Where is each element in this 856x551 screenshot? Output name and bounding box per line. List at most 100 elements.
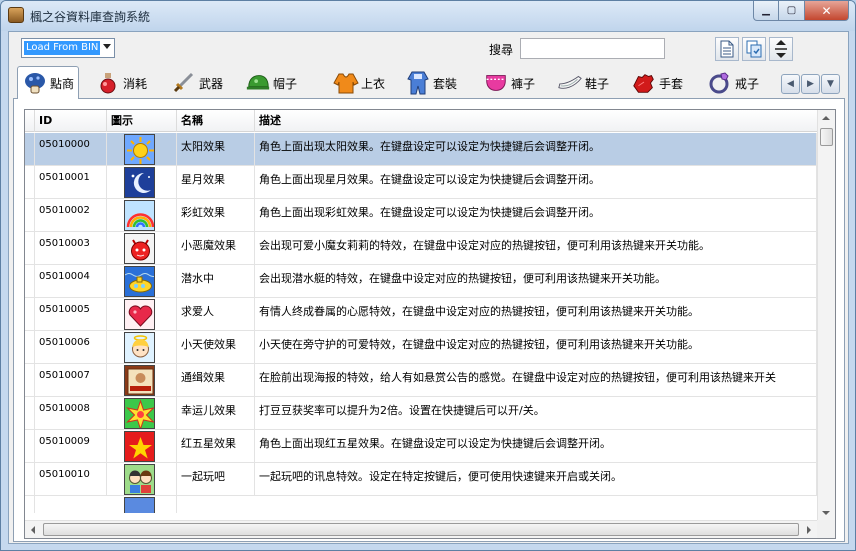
devil-icon [124, 233, 155, 264]
tab-consumables[interactable]: 消耗 [95, 68, 147, 98]
row-header[interactable] [25, 430, 35, 463]
item-id: 05010003 [35, 232, 107, 265]
table-row[interactable]: 05010010 一起玩吧 一起玩吧的讯息特效。设定在特定按键后，便可使用快速键… [25, 463, 817, 496]
window-title: 楓之谷資料庫查詢系統 [30, 10, 151, 24]
item-name: 红五星效果 [177, 430, 255, 463]
red-star-icon [124, 431, 155, 462]
table-row-partial[interactable] [25, 496, 817, 513]
tab-scroll-controls: ◀ ▶ ▼ [781, 74, 841, 94]
horizontal-scroll-thumb[interactable] [43, 523, 799, 536]
table-row[interactable]: 05010006 小天使效果 小天使在旁守护的可爱特效，在键盘中设定对应的热键按… [25, 331, 817, 364]
row-header[interactable] [25, 298, 35, 331]
wanted-icon [124, 365, 155, 396]
tab-scroll-left-button[interactable]: ◀ [781, 74, 800, 94]
source-dropdown[interactable]: Load From BIN [21, 38, 115, 58]
mushroom-icon [22, 71, 48, 95]
table-row[interactable]: 05010000 太阳效果 角色上面出现太阳效果。在键盘设定可以设定为快捷键后会… [25, 133, 817, 166]
tab-weapons[interactable]: 武器 [171, 68, 223, 98]
row-header[interactable] [25, 133, 35, 166]
tab-label: 上衣 [361, 76, 386, 91]
table-row[interactable]: 05010009 红五星效果 角色上面出现红五星效果。在键盘设定可以设定为快捷键… [25, 430, 817, 463]
sword-icon [171, 71, 197, 95]
tab-label: 帽子 [273, 76, 298, 91]
sort-button[interactable] [769, 37, 793, 61]
app-window: 楓之谷資料庫查詢系統 ▁ ▢ ✕ Load From BIN 搜尋 點商 消耗 … [0, 0, 856, 551]
item-description: 会出现潜水艇的特效，在键盘中设定对应的热键按钮，便可利用该热键来开关功能。 [255, 265, 817, 298]
scroll-right-icon[interactable] [807, 526, 811, 534]
tab-overalls[interactable]: 套裝 [405, 68, 457, 98]
item-id: 05010005 [35, 298, 107, 331]
item-description: 角色上面出现太阳效果。在键盘设定可以设定为快捷键后会调整开闭。 [255, 133, 817, 166]
row-header[interactable] [25, 199, 35, 232]
tab-label: 手套 [659, 76, 684, 91]
document-icon [720, 40, 734, 58]
pants-icon [483, 71, 509, 95]
row-header[interactable] [25, 166, 35, 199]
vertical-scroll-thumb[interactable] [820, 128, 833, 146]
row-header[interactable] [25, 232, 35, 265]
row-header[interactable] [25, 331, 35, 364]
angel-icon [124, 332, 155, 363]
column-header-description[interactable]: 描述 [255, 110, 817, 132]
heart-icon [124, 299, 155, 330]
item-name: 幸运儿效果 [177, 397, 255, 430]
close-button[interactable]: ✕ [805, 1, 849, 21]
table-body: 05010000 太阳效果 角色上面出现太阳效果。在键盘设定可以设定为快捷键后会… [25, 133, 817, 513]
item-id: 05010000 [35, 133, 107, 166]
source-dropdown-value: Load From BIN [24, 41, 101, 55]
table-row[interactable]: 05010004 潜水中 会出现潜水艇的特效，在键盘中设定对应的热键按钮，便可利… [25, 265, 817, 298]
row-header[interactable] [25, 397, 35, 430]
table-row[interactable]: 05010005 求爱人 有情人终成眷属的心愿特效，在键盘中设定对应的热键按钮，… [25, 298, 817, 331]
table-row[interactable]: 05010003 小恶魔效果 会出现可爱小魔女莉莉的特效，在键盘中设定对应的热键… [25, 232, 817, 265]
tab-cash-shop[interactable]: 點商 [17, 66, 80, 99]
row-header[interactable] [25, 265, 35, 298]
column-header-id[interactable]: ID [35, 110, 107, 132]
item-name: 太阳效果 [177, 133, 255, 166]
tab-label: 鞋子 [585, 76, 610, 91]
tab-shoes[interactable]: 鞋子 [557, 68, 609, 98]
column-header-name[interactable]: 名稱 [177, 110, 255, 132]
overall-icon [405, 71, 431, 95]
category-tabs: 點商 消耗 武器 帽子 上衣 套裝 褲子 鞋子 手套 戒子 [13, 66, 773, 99]
item-description: 打豆豆获奖率可以提升为2倍。设置在快捷键后可以开/关。 [255, 397, 817, 430]
column-header-icon[interactable]: 圖示 [107, 110, 177, 132]
chevron-right-icon: ▶ [807, 79, 814, 89]
tab-tops[interactable]: 上衣 [333, 68, 385, 98]
item-description: 有情人终成眷属的心愿特效，在键盘中设定对应的热键按钮，便可利用该热键来开关功能。 [255, 298, 817, 331]
tab-hats[interactable]: 帽子 [245, 68, 297, 98]
row-header[interactable] [25, 463, 35, 496]
table-row[interactable]: 05010008 幸运儿效果 打豆豆获奖率可以提升为2倍。设置在快捷键后可以开/… [25, 397, 817, 430]
chevron-down-icon [103, 44, 111, 49]
minimize-button[interactable]: ▁ [753, 1, 779, 21]
scroll-up-icon[interactable] [822, 116, 830, 120]
cap-icon [245, 71, 271, 95]
vertical-scrollbar[interactable] [817, 110, 835, 521]
tab-list-button[interactable]: ▼ [821, 74, 840, 94]
row-header[interactable] [25, 496, 35, 513]
search-label: 搜尋 [489, 43, 514, 57]
table-row[interactable]: 05010002 彩虹效果 角色上面出现彩虹效果。在键盘设定可以设定为快捷键后会… [25, 199, 817, 232]
row-header[interactable] [25, 364, 35, 397]
tab-gloves[interactable]: 手套 [631, 68, 683, 98]
tab-label: 褲子 [511, 76, 536, 91]
friends-icon [124, 464, 155, 495]
copy-button[interactable] [742, 37, 766, 61]
maximize-button[interactable]: ▢ [779, 1, 805, 21]
scroll-down-icon[interactable] [822, 511, 830, 515]
table-row[interactable]: 05010001 星月效果 角色上面出现星月效果。在键盘设定可以设定为快捷键后会… [25, 166, 817, 199]
tab-pants[interactable]: 褲子 [483, 68, 535, 98]
scroll-left-icon[interactable] [31, 526, 35, 534]
row-header-corner [25, 110, 35, 132]
glove-icon [631, 71, 657, 95]
document-button[interactable] [715, 37, 739, 61]
table-row[interactable]: 05010007 通缉效果 在脸前出现海报的特效，给人有如悬赏公告的感觉。在键盘… [25, 364, 817, 397]
item-name: 小天使效果 [177, 331, 255, 364]
item-id: 05010008 [35, 397, 107, 430]
tab-rings[interactable]: 戒子 [707, 68, 759, 98]
item-name: 潜水中 [177, 265, 255, 298]
tab-scroll-right-button[interactable]: ▶ [801, 74, 820, 94]
title-bar[interactable]: 楓之谷資料庫查詢系統 ▁ ▢ ✕ [1, 1, 855, 31]
item-id: 05010010 [35, 463, 107, 496]
horizontal-scrollbar[interactable] [25, 520, 817, 538]
search-input[interactable] [520, 38, 665, 59]
